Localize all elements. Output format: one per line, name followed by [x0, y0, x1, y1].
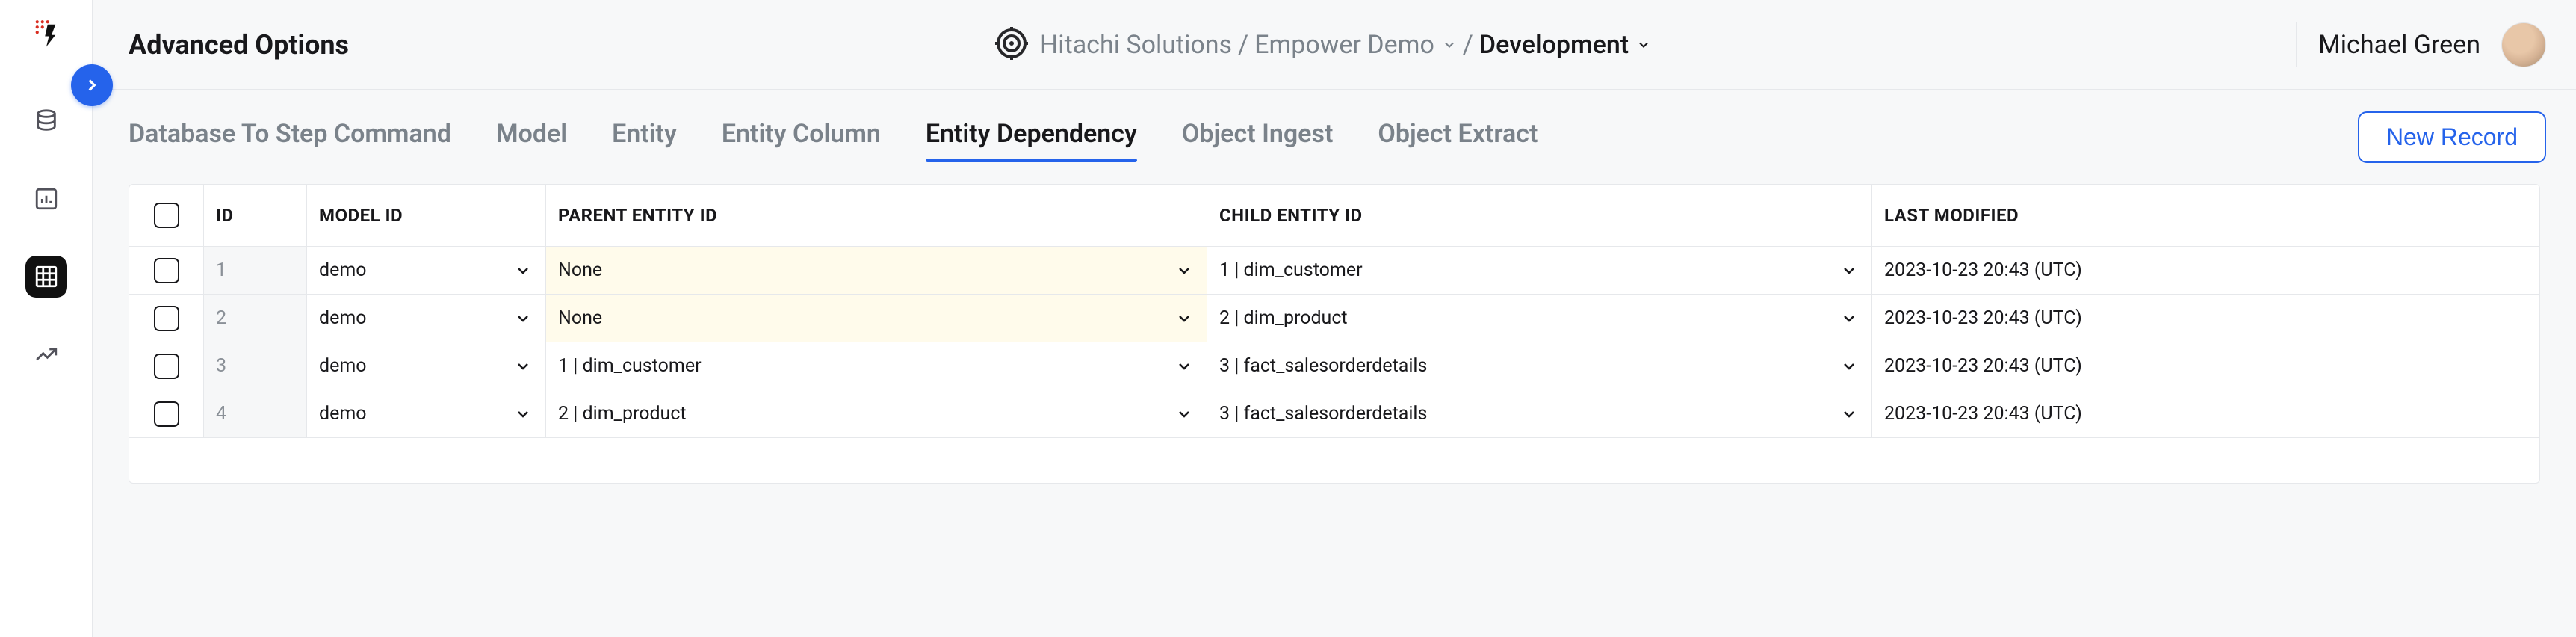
- tab-object-ingest[interactable]: Object Ingest: [1182, 119, 1333, 155]
- database-icon: [34, 108, 59, 134]
- row-child-entity-id[interactable]: 1 | dim_customer: [1207, 247, 1872, 295]
- grid-icon: [34, 264, 59, 289]
- checkbox-row[interactable]: [154, 401, 179, 427]
- table-row: 4demo2 | dim_product3 | fact_salesorderd…: [129, 390, 2539, 438]
- chevron-down-icon: [1839, 308, 1860, 329]
- row-last-modified: 2023-10-23 20:43 (UTC): [1872, 295, 2539, 342]
- chevron-down-icon: [513, 356, 533, 377]
- entity-dependency-table: ID MODEL ID PARENT ENTITY ID CHILD ENTIT…: [129, 184, 2540, 484]
- row-id: 3: [204, 342, 307, 390]
- row-select-cell: [129, 247, 204, 295]
- chevron-down-icon: [513, 260, 533, 281]
- row-id: 1: [204, 247, 307, 295]
- user-name[interactable]: Michael Green: [2318, 30, 2480, 60]
- tab-model[interactable]: Model: [496, 119, 567, 155]
- header-child-entity-id[interactable]: CHILD ENTITY ID: [1207, 185, 1872, 247]
- nav-tables[interactable]: [25, 256, 67, 298]
- header-model-id[interactable]: MODEL ID: [307, 185, 546, 247]
- breadcrumb: Hitachi Solutions / Empower Demo / Devel…: [367, 25, 2278, 64]
- row-last-modified: 2023-10-23 20:43 (UTC): [1872, 247, 2539, 295]
- nav-trends[interactable]: [25, 333, 67, 375]
- header-user: Michael Green: [2296, 22, 2546, 67]
- tab-entity[interactable]: Entity: [612, 119, 677, 155]
- chevron-down-icon[interactable]: [1442, 37, 1457, 52]
- header-last-modified[interactable]: LAST MODIFIED: [1872, 185, 2539, 247]
- tabs: Database To Step Command Model Entity En…: [129, 119, 1538, 155]
- new-record-button[interactable]: New Record: [2358, 111, 2546, 163]
- row-parent-entity-id[interactable]: 1 | dim_customer: [546, 342, 1207, 390]
- row-child-entity-id[interactable]: 3 | fact_salesorderdetails: [1207, 390, 1872, 438]
- chevron-down-icon: [1174, 260, 1195, 281]
- chevron-down-icon: [1839, 260, 1860, 281]
- row-select-cell: [129, 390, 204, 438]
- page-title: Advanced Options: [129, 29, 349, 61]
- row-parent-entity-id[interactable]: None: [546, 247, 1207, 295]
- row-select-cell: [129, 342, 204, 390]
- row-select-cell: [129, 295, 204, 342]
- row-parent-entity-id[interactable]: None: [546, 295, 1207, 342]
- app-logo: [31, 18, 62, 49]
- expand-sidebar-button[interactable]: [71, 64, 113, 106]
- header: Advanced Options Hitachi Solutions / Emp…: [93, 0, 2576, 90]
- row-id: 4: [204, 390, 307, 438]
- main: Advanced Options Hitachi Solutions / Emp…: [93, 0, 2576, 637]
- header-select-all: [129, 185, 204, 247]
- table-header-row: ID MODEL ID PARENT ENTITY ID CHILD ENTIT…: [129, 185, 2539, 247]
- row-child-entity-id[interactable]: 2 | dim_product: [1207, 295, 1872, 342]
- tab-entity-column[interactable]: Entity Column: [722, 119, 881, 155]
- row-last-modified: 2023-10-23 20:43 (UTC): [1872, 342, 2539, 390]
- breadcrumb-org[interactable]: Hitachi Solutions: [1040, 30, 1232, 60]
- avatar[interactable]: [2501, 22, 2546, 67]
- chevron-down-icon: [513, 308, 533, 329]
- row-parent-entity-id[interactable]: 2 | dim_product: [546, 390, 1207, 438]
- nav-dashboard[interactable]: [25, 178, 67, 220]
- row-model-id[interactable]: demo: [307, 342, 546, 390]
- divider: [2296, 22, 2297, 67]
- chevron-down-icon[interactable]: [1636, 37, 1651, 52]
- tab-database-to-step-command[interactable]: Database To Step Command: [129, 119, 451, 155]
- row-model-id[interactable]: demo: [307, 390, 546, 438]
- chevron-down-icon: [1174, 308, 1195, 329]
- header-parent-entity-id[interactable]: PARENT ENTITY ID: [546, 185, 1207, 247]
- checkbox-row[interactable]: [154, 306, 179, 331]
- checkbox-row[interactable]: [154, 354, 179, 379]
- table-row: 2demoNone2 | dim_product2023-10-23 20:43…: [129, 295, 2539, 342]
- target-icon: [994, 25, 1030, 64]
- breadcrumb-env[interactable]: Development: [1479, 30, 1629, 60]
- table-body: 1demoNone1 | dim_customer2023-10-23 20:4…: [129, 247, 2539, 438]
- chevron-down-icon: [513, 404, 533, 425]
- left-rail: [0, 0, 93, 637]
- table-row: 3demo1 | dim_customer3 | fact_salesorder…: [129, 342, 2539, 390]
- chevron-down-icon: [1174, 404, 1195, 425]
- chevron-down-icon: [1839, 356, 1860, 377]
- checkbox-row[interactable]: [154, 258, 179, 283]
- bar-chart-panel-icon: [34, 186, 59, 212]
- chevron-right-icon: [82, 76, 102, 95]
- row-child-entity-id[interactable]: 3 | fact_salesorderdetails: [1207, 342, 1872, 390]
- row-last-modified: 2023-10-23 20:43 (UTC): [1872, 390, 2539, 438]
- table-row: 1demoNone1 | dim_customer2023-10-23 20:4…: [129, 247, 2539, 295]
- tabs-row: Database To Step Command Model Entity En…: [93, 90, 2576, 184]
- chevron-down-icon: [1174, 356, 1195, 377]
- header-id[interactable]: ID: [204, 185, 307, 247]
- tab-entity-dependency[interactable]: Entity Dependency: [926, 119, 1137, 155]
- nav-database[interactable]: [25, 100, 67, 142]
- checkbox-select-all[interactable]: [154, 203, 179, 228]
- tab-object-extract[interactable]: Object Extract: [1378, 119, 1538, 155]
- row-model-id[interactable]: demo: [307, 295, 546, 342]
- breadcrumb-project[interactable]: Empower Demo: [1254, 30, 1434, 60]
- row-id: 2: [204, 295, 307, 342]
- trending-up-icon: [34, 342, 59, 367]
- chevron-down-icon: [1839, 404, 1860, 425]
- row-model-id[interactable]: demo: [307, 247, 546, 295]
